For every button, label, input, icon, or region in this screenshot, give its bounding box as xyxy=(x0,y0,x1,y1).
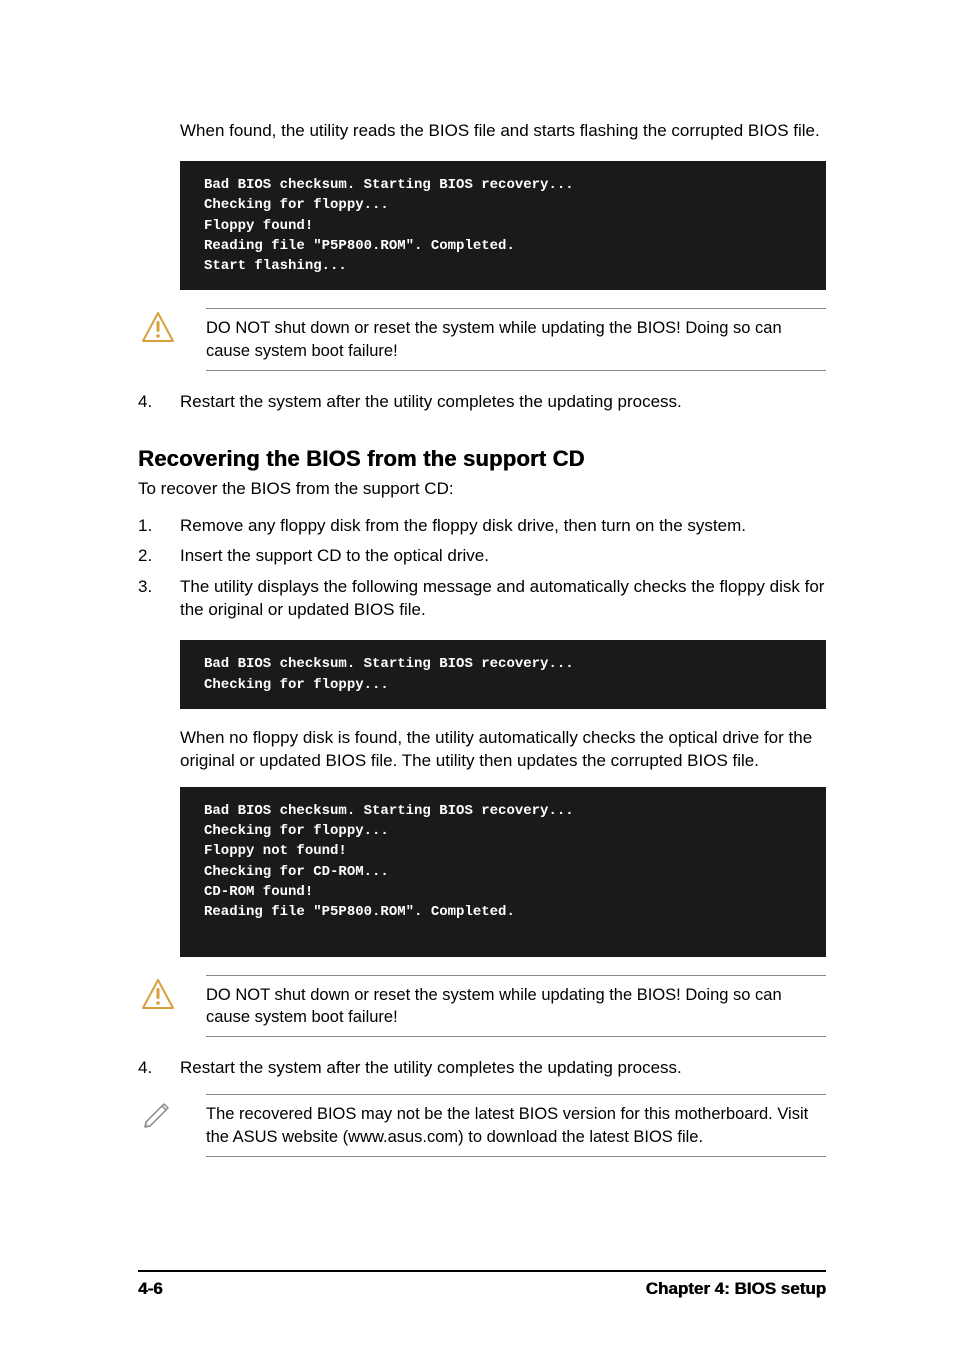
warning-text: DO NOT shut down or reset the system whi… xyxy=(206,975,826,1038)
page-footer: 4-6 Chapter 4: BIOS setup xyxy=(138,1270,826,1301)
list-text: Restart the system after the utility com… xyxy=(180,391,826,414)
warning-callout-1: DO NOT shut down or reset the system whi… xyxy=(138,308,826,371)
footer-page-number: 4-6 xyxy=(138,1278,163,1301)
list-number: 1. xyxy=(138,515,180,538)
warning-callout-2: DO NOT shut down or reset the system whi… xyxy=(138,975,826,1038)
list-number: 2. xyxy=(138,545,180,568)
list-text: Restart the system after the utility com… xyxy=(180,1057,826,1080)
list-text: Remove any floppy disk from the floppy d… xyxy=(180,515,826,538)
code-block-3: Bad BIOS checksum. Starting BIOS recover… xyxy=(180,787,826,957)
list-number: 4. xyxy=(138,391,180,414)
warning-text: DO NOT shut down or reset the system whi… xyxy=(206,308,826,371)
paragraph-after2: When no floppy disk is found, the utilit… xyxy=(180,727,826,773)
footer-chapter: Chapter 4: BIOS setup xyxy=(646,1278,826,1301)
code-block-2: Bad BIOS checksum. Starting BIOS recover… xyxy=(180,640,826,709)
section-intro: To recover the BIOS from the support CD: xyxy=(138,478,826,501)
list-text: Insert the support CD to the optical dri… xyxy=(180,545,826,568)
list-number: 3. xyxy=(138,576,180,622)
paragraph-intro: When found, the utility reads the BIOS f… xyxy=(180,120,826,143)
code-block-1: Bad BIOS checksum. Starting BIOS recover… xyxy=(180,161,826,290)
note-text: The recovered BIOS may not be the latest… xyxy=(206,1094,826,1157)
warning-icon xyxy=(140,310,176,346)
list-number: 4. xyxy=(138,1057,180,1080)
note-pencil-icon xyxy=(140,1096,176,1130)
section-heading: Recovering the BIOS from the support CD xyxy=(138,444,826,474)
warning-icon xyxy=(140,977,176,1013)
note-callout: The recovered BIOS may not be the latest… xyxy=(138,1094,826,1157)
list-text: The utility displays the following messa… xyxy=(180,576,826,622)
